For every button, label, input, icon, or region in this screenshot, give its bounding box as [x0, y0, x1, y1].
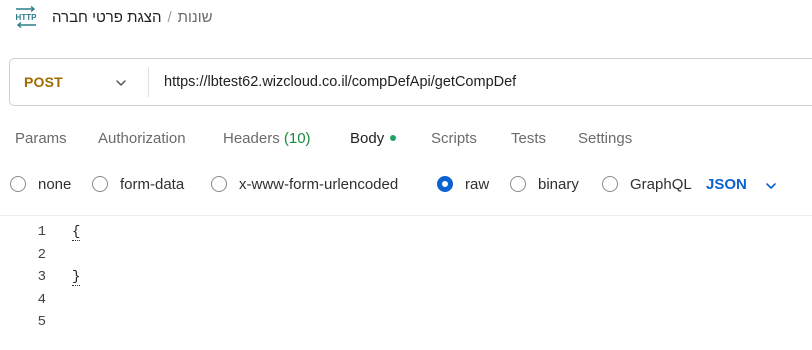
request-editor: HTTP שונות / הצגת פרטי חברה POST Params Au… — [0, 0, 812, 350]
code-line[interactable]: } — [72, 266, 81, 288]
radio-label: none — [38, 176, 72, 193]
tab-label: Settings — [578, 130, 633, 147]
line-number: 2 — [37, 247, 46, 263]
breadcrumb-parent[interactable]: שונות — [178, 9, 213, 26]
line-number: 4 — [37, 292, 46, 308]
raw-format-select[interactable]: JSON — [706, 176, 776, 196]
method-select[interactable]: POST — [10, 59, 148, 105]
radio-label: GraphQL — [630, 176, 692, 193]
breadcrumb-separator: / — [167, 9, 172, 26]
chevron-down-icon — [766, 183, 776, 189]
method-label: POST — [24, 74, 63, 90]
radio-circle-icon — [602, 176, 618, 192]
breadcrumb: שונות / הצגת פרטי חברה — [52, 9, 213, 27]
url-bar: POST — [9, 58, 812, 106]
line-number: 1 — [37, 224, 46, 240]
open-brace: { — [72, 224, 81, 241]
tab-settings[interactable]: Settings — [578, 128, 632, 150]
tab-label: Body — [350, 130, 385, 147]
request-tabs: Params Authorization Headers (10) Body S… — [0, 128, 812, 154]
radio-label: x-www-form-urlencoded — [239, 176, 399, 193]
http-request-icon: HTTP — [16, 6, 38, 28]
tab-params[interactable]: Params — [15, 128, 67, 150]
radio-circle-icon — [92, 176, 108, 192]
request-header: HTTP שונות / הצגת פרטי חברה — [0, 0, 812, 36]
close-brace: } — [72, 269, 81, 286]
body-type-options: none form-data x-www-form-urlencoded raw… — [0, 172, 812, 198]
modified-dot-icon — [390, 135, 397, 142]
tab-scripts[interactable]: Scripts — [431, 128, 477, 150]
tab-tests[interactable]: Tests — [511, 128, 546, 150]
tab-label: Authorization — [98, 130, 186, 147]
tab-headers[interactable]: Headers (10) — [223, 128, 311, 150]
http-icon-text: HTTP — [16, 13, 38, 22]
format-label: JSON — [706, 176, 747, 193]
chevron-down-icon — [116, 80, 126, 86]
radio-label: binary — [538, 176, 579, 193]
tab-authorization[interactable]: Authorization — [98, 128, 186, 150]
tab-label: Scripts — [431, 130, 477, 147]
method-divider — [148, 67, 149, 97]
radio-circle-icon — [10, 176, 26, 192]
radio-circle-icon — [437, 176, 453, 192]
request-name[interactable]: הצגת פרטי חברה — [52, 9, 162, 26]
headers-count: (10) — [283, 130, 311, 147]
tab-label: Tests — [511, 130, 547, 147]
line-number: 3 — [37, 269, 46, 285]
line-number: 5 — [37, 314, 46, 330]
radio-label: raw — [465, 176, 490, 193]
url-input[interactable] — [164, 72, 804, 92]
tab-label: Headers — [223, 130, 280, 147]
tab-body[interactable]: Body — [350, 128, 397, 150]
tab-label: Params — [15, 130, 67, 147]
code-editor[interactable]: 1 2 3 4 5 { } — [0, 216, 812, 350]
radio-circle-icon — [510, 176, 526, 192]
radio-circle-icon — [211, 176, 227, 192]
code-line[interactable]: { — [72, 221, 81, 243]
radio-label: form-data — [120, 176, 185, 193]
